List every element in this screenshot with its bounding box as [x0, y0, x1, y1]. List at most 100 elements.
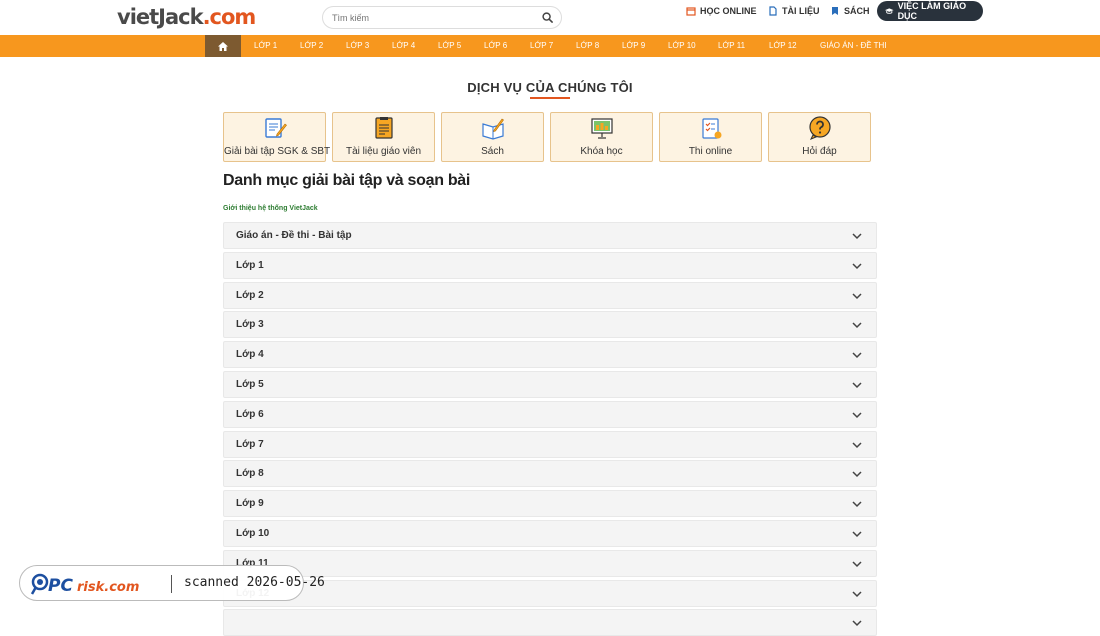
- chevron-down-icon[interactable]: [852, 411, 862, 419]
- chevron-down-icon[interactable]: [852, 500, 862, 508]
- bookmark-icon: [832, 7, 838, 15]
- accordion-row-label: Lớp 8: [236, 468, 264, 480]
- accordion-row-label: Lớp 10: [236, 528, 270, 539]
- chevron-down-icon[interactable]: [852, 262, 862, 270]
- sach-link[interactable]: SÁCH: [830, 0, 870, 22]
- search-icon[interactable]: [542, 12, 553, 23]
- accordion-row-label: Lớp 6: [236, 408, 264, 420]
- accordion-row[interactable]: Lớp 10: [223, 520, 877, 547]
- chevron-down-icon[interactable]: [852, 590, 862, 598]
- service-label: Thi online: [688, 146, 733, 157]
- chevron-down-icon[interactable]: [852, 441, 862, 449]
- nav-item-lop-8[interactable]: LỚP 8: [576, 35, 599, 57]
- chevron-down-icon[interactable]: [852, 292, 862, 300]
- service-card-hoi-dap[interactable]: Hỏi đáp: [768, 112, 871, 162]
- accordion-row-label: Lớp 3: [236, 319, 264, 331]
- accordion-row[interactable]: Lớp 3: [223, 311, 877, 339]
- service-label: Sách: [481, 146, 504, 157]
- file-icon: [769, 6, 777, 16]
- chevron-down-icon[interactable]: [852, 470, 862, 478]
- service-label: Tài liệu giáo viên: [345, 146, 422, 157]
- service-card-thi-online[interactable]: Thi online: [659, 112, 762, 162]
- nav-item-lop-2[interactable]: LỚP 2: [300, 35, 323, 57]
- book-pencil-icon: [482, 118, 504, 140]
- watermark-separator: [171, 575, 172, 593]
- viec-lam-label: VIỆC LÀM GIÁO DỤC: [897, 1, 967, 21]
- watermark-text: scanned 2026-05-26: [184, 575, 325, 590]
- accordion-row-label: Lớp 9: [236, 498, 264, 510]
- intro-link[interactable]: Giới thiệu hệ thống VietJack: [223, 205, 318, 212]
- document-icon: [375, 117, 393, 139]
- hoc-online-label: HỌC ONLINE: [700, 6, 757, 16]
- tai-lieu-label: TÀI LIỆU: [782, 6, 820, 16]
- presentation-icon: [591, 118, 613, 139]
- svg-text:PC: PC: [48, 576, 73, 596]
- nav-item-lop-1[interactable]: LỚP 1: [254, 35, 277, 57]
- page-title: Danh mục giải bài tập và soạn bài: [223, 172, 471, 189]
- chevron-down-icon[interactable]: [852, 560, 862, 568]
- logo-text-main: vietJack: [117, 5, 204, 29]
- nav-item-lop-6[interactable]: LỚP 6: [484, 35, 507, 57]
- service-card-sach[interactable]: Sách: [441, 112, 544, 162]
- home-icon: [218, 41, 228, 51]
- services-title: DỊCH VỤ CỦA CHÚNG TÔI: [467, 80, 633, 95]
- chevron-down-icon[interactable]: [852, 381, 862, 389]
- viec-lam-button[interactable]: VIỆC LÀM GIÁO DỤC: [877, 1, 983, 21]
- accordion-row[interactable]: Lớp 2: [223, 281, 877, 309]
- nav-item-lop-3[interactable]: LỚP 3: [346, 35, 369, 57]
- chevron-down-icon[interactable]: [852, 232, 862, 240]
- accordion-row[interactable]: Lớp 9: [223, 490, 877, 518]
- site-logo[interactable]: vietJack.com: [117, 5, 257, 29]
- nav-item-lop-11[interactable]: LỚP 11: [718, 35, 745, 57]
- service-label: Hỏi đáp: [802, 146, 837, 157]
- accordion-row-label: Lớp 1: [236, 259, 264, 271]
- accordion-row-label: Lớp 2: [236, 289, 264, 301]
- accordion-row[interactable]: Lớp 1: [223, 251, 877, 279]
- accordion-row-label: Lớp 4: [236, 349, 264, 361]
- service-card-tai-lieu-giao-vien[interactable]: Tài liệu giáo viên: [332, 112, 435, 162]
- site-header: vietJack.com HỌC ONLINE TÀI LIỆU SÁCH VI…: [0, 0, 1100, 35]
- nav-home-button[interactable]: [205, 35, 241, 57]
- hoc-online-link[interactable]: HỌC ONLINE: [686, 0, 757, 22]
- nav-item-lop-12[interactable]: LỚP 12: [769, 35, 797, 57]
- accordion-row[interactable]: Lớp 6: [223, 400, 877, 428]
- accordion-row[interactable]: Lớp 8: [223, 460, 877, 488]
- nav-item-lop-5[interactable]: LỚP 5: [438, 35, 461, 57]
- services-title-underline: [530, 97, 570, 99]
- scan-watermark: PC risk.com scanned 2026-05-26: [19, 565, 325, 601]
- accordion-row[interactable]: Lớp 11: [223, 549, 877, 577]
- service-label: Giải bài tập SGK & SBT: [224, 146, 331, 157]
- nav-item-lop-4[interactable]: LỚP 4: [392, 35, 415, 57]
- nav-item-lop-9[interactable]: LỚP 9: [622, 35, 645, 57]
- nav-item-giao-an-de-thi[interactable]: GIÁO ÁN - ĐỀ THI: [820, 35, 887, 57]
- chevron-down-icon[interactable]: [852, 321, 862, 329]
- tai-lieu-link[interactable]: TÀI LIỆU: [768, 0, 820, 22]
- accordion-row[interactable]: Lớp 5: [223, 371, 877, 398]
- accordion-row[interactable]: [223, 609, 877, 636]
- main-nav: LỚP 1 LỚP 2 LỚP 3 LỚP 4 LỚP 5 LỚP 6 LỚP …: [0, 35, 1100, 57]
- accordion-row[interactable]: Lớp 7: [223, 430, 877, 458]
- search-input[interactable]: [332, 12, 532, 24]
- accordion-row-label: Giáo án - Đề thi - Bài tập: [236, 230, 352, 241]
- chevron-down-icon[interactable]: [852, 530, 862, 538]
- logo-text-domain: .com: [202, 5, 257, 29]
- chevron-down-icon[interactable]: [852, 351, 862, 359]
- accordion-row[interactable]: Lớp 4: [223, 341, 877, 369]
- graduation-cap-icon: [885, 8, 894, 14]
- service-label: Khóa học: [580, 146, 623, 157]
- checklist-icon: [702, 118, 722, 139]
- accordion-row[interactable]: Giáo án - Đề thi - Bài tập: [223, 222, 877, 249]
- question-bubble-icon: [809, 116, 831, 140]
- service-card-giai-bai-tap[interactable]: Giải bài tập SGK & SBT: [223, 112, 331, 162]
- nav-item-lop-7[interactable]: LỚP 7: [530, 35, 553, 57]
- service-card-khoa-hoc[interactable]: Khóa học: [550, 112, 653, 162]
- sach-label: SÁCH: [844, 6, 870, 16]
- accordion-row-label: Lớp 7: [236, 438, 264, 450]
- calendar-icon: [686, 7, 696, 16]
- notebook-pencil-icon: [265, 118, 287, 138]
- nav-item-lop-10[interactable]: LỚP 10: [668, 35, 696, 57]
- search-box: [322, 6, 562, 29]
- pcrisk-logo: PC risk.com: [30, 573, 139, 596]
- chevron-down-icon[interactable]: [852, 619, 862, 627]
- svg-text:risk.com: risk.com: [77, 580, 139, 595]
